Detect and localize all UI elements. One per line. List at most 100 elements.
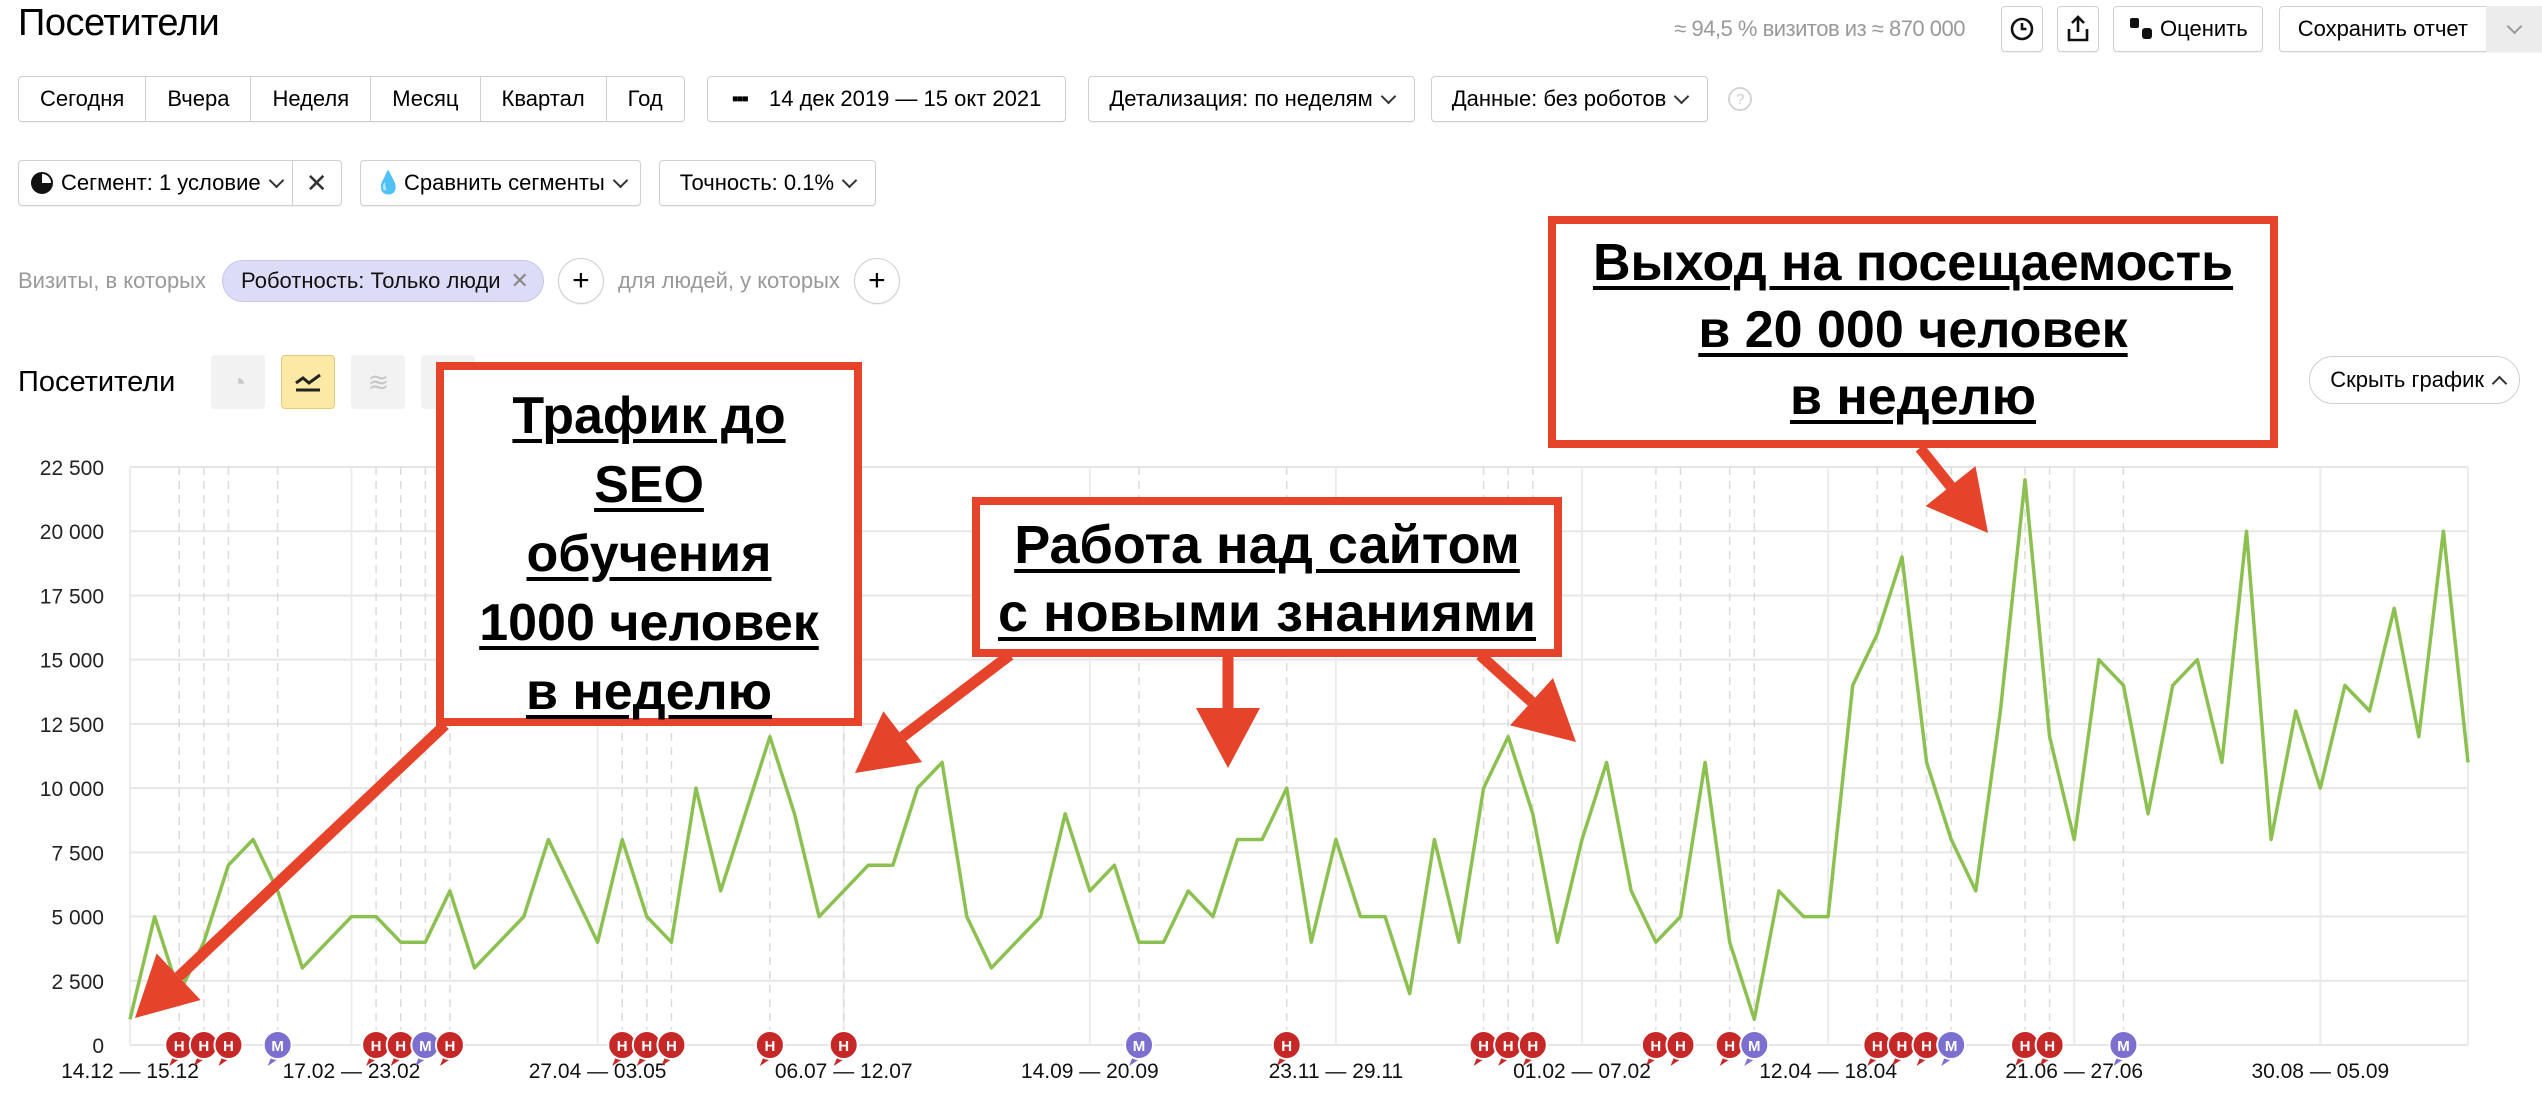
- data-point: [1333, 836, 1339, 842]
- y-tick-label: 0: [92, 1035, 104, 1058]
- y-tick-label: 20 000: [40, 521, 104, 544]
- data-point: [988, 965, 994, 971]
- arrow-down: [1196, 655, 1260, 768]
- data-point: [619, 836, 625, 842]
- data-point: [2170, 682, 2176, 688]
- data-point: [2342, 682, 2348, 688]
- data-point: [2120, 682, 2126, 688]
- data-point: [718, 888, 724, 894]
- data-point: [1259, 836, 1265, 842]
- event-marker[interactable]: Н: [1468, 1030, 1499, 1066]
- data-point: [2096, 657, 2102, 663]
- svg-text:Н: Н: [1675, 1038, 1686, 1055]
- data-point: [2367, 708, 2373, 714]
- data-point: [1431, 836, 1437, 842]
- annotation-line: Трафик до: [512, 387, 786, 445]
- data-point: [1136, 939, 1142, 945]
- data-point: [1111, 862, 1117, 868]
- data-point: [250, 836, 256, 842]
- data-point: [841, 888, 847, 894]
- data-point: [1481, 785, 1487, 791]
- data-point: [1382, 914, 1388, 920]
- svg-text:Н: Н: [666, 1038, 677, 1055]
- svg-text:Н: Н: [1281, 1038, 1292, 1055]
- svg-text:Н: Н: [445, 1038, 456, 1055]
- data-point: [693, 785, 699, 791]
- event-marker[interactable]: Н: [1714, 1030, 1745, 1066]
- svg-text:Н: Н: [2020, 1038, 2031, 1055]
- data-point: [1210, 914, 1216, 920]
- data-point: [2071, 836, 2077, 842]
- annotation-line: Работа над сайтом: [1014, 515, 1520, 575]
- data-point: [2317, 785, 2323, 791]
- x-tick-label: 14.09 — 20.09: [1021, 1060, 1159, 1083]
- x-tick-label: 30.08 — 05.09: [2251, 1060, 2389, 1083]
- data-point: [1530, 811, 1536, 817]
- data-point: [1579, 836, 1585, 842]
- data-point: [1776, 888, 1782, 894]
- data-point: [890, 862, 896, 868]
- data-point: [668, 939, 674, 945]
- y-tick-label: 10 000: [40, 778, 104, 801]
- event-marker[interactable]: Н: [213, 1030, 244, 1066]
- svg-text:М: М: [2117, 1038, 2130, 1055]
- event-marker[interactable]: Н: [1911, 1030, 1942, 1066]
- data-point: [373, 914, 379, 920]
- data-point: [1948, 836, 1954, 842]
- data-point: [2219, 759, 2225, 765]
- data-point: [1013, 939, 1019, 945]
- data-point: [1825, 914, 1831, 920]
- data-point: [1924, 759, 1930, 765]
- x-tick-label: 12.04 — 18.04: [1759, 1060, 1897, 1083]
- data-point: [1062, 811, 1068, 817]
- annotation-line: SEO: [594, 456, 704, 514]
- svg-text:М: М: [419, 1038, 432, 1055]
- data-point: [545, 836, 551, 842]
- data-point: [472, 965, 478, 971]
- svg-text:Н: Н: [764, 1038, 775, 1055]
- data-point: [767, 734, 773, 740]
- annotation-before-seo: Трафик до SEO обучения 1000 человек в неделю: [436, 362, 862, 726]
- svg-text:Н: Н: [1724, 1038, 1735, 1055]
- annotation-line: обучения: [526, 525, 772, 583]
- svg-text:Н: Н: [838, 1038, 849, 1055]
- data-point: [964, 914, 970, 920]
- svg-text:Н: Н: [371, 1038, 382, 1055]
- annotation-20000-goal: Выход на посещаемость в 20 000 человек в н…: [1548, 216, 2278, 448]
- event-marker[interactable]: М: [1936, 1030, 1967, 1066]
- y-tick-label: 5 000: [51, 907, 104, 930]
- data-point: [324, 939, 330, 945]
- data-point: [1899, 554, 1905, 560]
- svg-text:Н: Н: [223, 1038, 234, 1055]
- data-point: [398, 939, 404, 945]
- data-point: [1628, 888, 1634, 894]
- x-tick-label: 27.04 — 03.05: [529, 1060, 667, 1083]
- data-point: [865, 862, 871, 868]
- svg-text:Н: Н: [1872, 1038, 1883, 1055]
- data-point: [2268, 836, 2274, 842]
- arrow-to-start: [135, 721, 449, 1018]
- data-point: [791, 811, 797, 817]
- data-point: [1554, 939, 1560, 945]
- data-point: [595, 939, 601, 945]
- event-marker[interactable]: Н: [1665, 1030, 1696, 1066]
- data-point: [1727, 939, 1733, 945]
- event-marker[interactable]: Н: [434, 1030, 465, 1066]
- svg-text:М: М: [271, 1038, 284, 1055]
- data-point: [816, 914, 822, 920]
- data-point: [1161, 939, 1167, 945]
- y-tick-label: 7 500: [51, 842, 104, 865]
- data-point: [1087, 888, 1093, 894]
- data-point: [1973, 888, 1979, 894]
- data-point: [1653, 939, 1659, 945]
- data-point: [2022, 477, 2028, 483]
- x-tick-label: 06.07 — 12.07: [775, 1060, 913, 1083]
- data-point: [1801, 914, 1807, 920]
- annotation-line: Выход на посещаемость: [1592, 234, 2234, 292]
- y-tick-label: 2 500: [51, 971, 104, 994]
- svg-text:Н: Н: [395, 1038, 406, 1055]
- annotation-line: в неделю: [525, 663, 773, 721]
- data-point: [447, 888, 453, 894]
- data-point: [2194, 657, 2200, 663]
- svg-text:Н: Н: [1478, 1038, 1489, 1055]
